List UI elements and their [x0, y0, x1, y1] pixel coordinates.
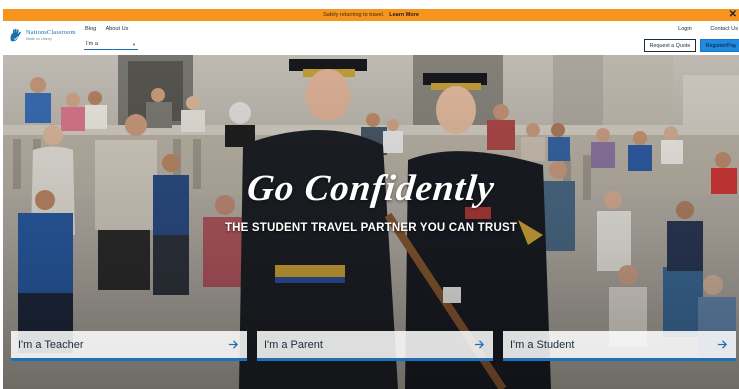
request-quote-button[interactable]: Request a Quote — [644, 39, 696, 52]
site-logo[interactable]: NationsClassroom Made on Liberty — [8, 28, 76, 44]
register-pay-button[interactable]: Register/Pay — [700, 39, 739, 52]
arrow-right-icon — [474, 340, 485, 349]
arrow-right-icon — [228, 340, 239, 349]
logo-tagline: Made on Liberty — [26, 36, 52, 41]
teacher-button[interactable]: I'm a Teacher — [11, 331, 247, 361]
arrow-right-icon — [717, 340, 728, 349]
hero-headline: Go Confidently — [245, 168, 497, 209]
hero-subheadline: THE STUDENT TRAVEL PARTNER YOU CAN TRUST — [224, 222, 518, 234]
logo-brand: NationsClassroom — [26, 29, 76, 37]
site-header: NationsClassroom Made on Liberty Blog Ab… — [3, 21, 739, 55]
role-select[interactable]: I'm a ▼ — [84, 39, 138, 50]
announcement-bar: Safely returning to travel. Learn More ✕ — [3, 9, 739, 21]
contact-link[interactable]: Contact Us — [710, 26, 738, 32]
learn-more-link[interactable]: Learn More — [389, 12, 419, 18]
utility-nav: Login Contact Us — [661, 26, 738, 32]
login-link[interactable]: Login — [678, 26, 692, 32]
close-icon[interactable]: ✕ — [729, 9, 737, 21]
student-button-label: I'm a Student — [510, 338, 575, 351]
student-button[interactable]: I'm a Student — [503, 331, 736, 361]
role-select-value: I'm a — [86, 41, 98, 47]
primary-nav: Blog About Us — [85, 26, 136, 32]
nav-link-about[interactable]: About Us — [105, 26, 128, 32]
hero-section: Go Confidently THE STUDENT TRAVEL PARTNE… — [3, 55, 739, 389]
teacher-button-label: I'm a Teacher — [18, 338, 84, 351]
announcement-message: Safely returning to travel. — [323, 12, 385, 18]
parent-button-label: I'm a Parent — [264, 338, 323, 351]
nav-link-blog[interactable]: Blog — [85, 26, 96, 32]
hand-logo-icon — [10, 28, 21, 42]
parent-button[interactable]: I'm a Parent — [257, 331, 493, 361]
chevron-down-icon: ▼ — [132, 41, 136, 47]
